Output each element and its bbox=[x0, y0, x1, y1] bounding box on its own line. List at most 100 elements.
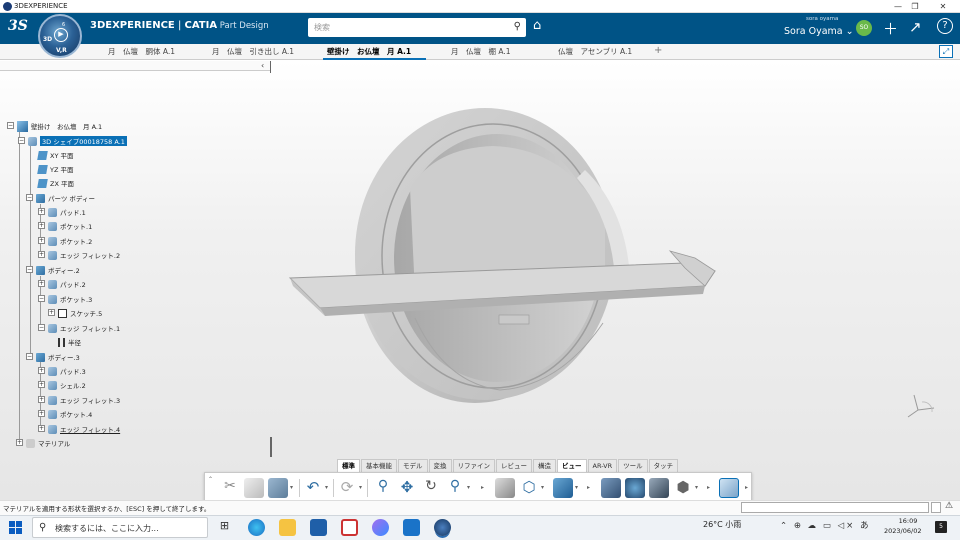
compass-play-icon[interactable]: ▶ bbox=[54, 28, 68, 42]
tree-pad-1[interactable]: + パッド.1 bbox=[38, 206, 86, 218]
toolbar-expand-icon[interactable]: ⌃ bbox=[208, 476, 213, 483]
panel-splitter-bottom[interactable] bbox=[270, 437, 272, 457]
tab-view[interactable]: ビュー bbox=[557, 459, 587, 472]
tab-transform[interactable]: 変換 bbox=[428, 459, 452, 472]
paste-dropdown-icon[interactable]: ▾ bbox=[290, 484, 293, 491]
tab-model[interactable]: モデル bbox=[398, 459, 428, 472]
database-icon[interactable] bbox=[601, 478, 621, 498]
tab-shelf[interactable]: 月 仏壇 棚 A.1 bbox=[451, 44, 511, 60]
tree-pocket-3[interactable]: − ポケット.3 bbox=[38, 293, 92, 305]
command-input[interactable] bbox=[741, 502, 929, 513]
zoom-area-icon[interactable]: ⚲ bbox=[445, 478, 465, 498]
tree-edge-fillet-1[interactable]: − エッジ フィレット.1 bbox=[38, 322, 120, 334]
zoom-dropdown-icon[interactable]: ▾ bbox=[467, 484, 470, 491]
file-explorer-icon[interactable] bbox=[279, 519, 296, 536]
notification-icon[interactable]: 5 bbox=[935, 521, 947, 533]
tree-edge-fillet-3[interactable]: + エッジ フィレット.3 bbox=[38, 394, 120, 406]
tree-body-2[interactable]: − ボディー.2 bbox=[26, 264, 80, 276]
tree-pad-2[interactable]: + パッド.2 bbox=[38, 278, 86, 290]
tab-wall-altar[interactable]: 壁掛け お仏壇 月 A.1 bbox=[323, 44, 426, 60]
tree-sketch-5[interactable]: + スケッチ.5 bbox=[48, 307, 102, 319]
tab-body[interactable]: 月 仏壇 胴体 A.1 bbox=[108, 44, 175, 60]
undo-icon[interactable]: ↶ bbox=[303, 478, 323, 498]
settings-3d-icon[interactable] bbox=[625, 478, 645, 498]
tab-refine[interactable]: リファイン bbox=[452, 459, 495, 472]
tree-root[interactable]: − 壁掛け お仏壇 月 A.1 bbox=[7, 120, 102, 132]
taskbar-search-input[interactable]: ⚲ 検索するには、ここに入力... bbox=[32, 517, 208, 538]
3dexperience-task-icon[interactable] bbox=[434, 519, 451, 536]
toolbar-next-icon-3[interactable]: ▸ bbox=[707, 484, 710, 491]
tree-pocket-1[interactable]: + ポケット.1 bbox=[38, 220, 92, 232]
toolbar-more-icon[interactable]: ▸ bbox=[745, 484, 748, 491]
search-input[interactable]: 検索 ⚲ bbox=[308, 18, 526, 37]
render-dropdown-icon[interactable]: ▾ bbox=[575, 484, 578, 491]
paste-icon[interactable] bbox=[268, 478, 288, 498]
update-icon[interactable]: ⟳ bbox=[337, 478, 357, 498]
axis-triad-icon[interactable] bbox=[900, 390, 940, 420]
user-name-menu[interactable]: Sora Oyama ⌄ bbox=[784, 26, 854, 37]
add-tab-button[interactable]: + bbox=[654, 44, 662, 58]
help-icon[interactable]: ? bbox=[937, 18, 953, 34]
tree-edge-fillet-4[interactable]: + エッジ フィレット.4 bbox=[38, 423, 120, 435]
tree-3d-shape[interactable]: −3D シェイプ00018758 A.1 bbox=[18, 135, 127, 147]
system-tray-icons[interactable]: ⌃ ⊕ ☁ ▭ ◁× あ bbox=[780, 519, 870, 531]
collapse-tree-button[interactable]: ‹ bbox=[261, 61, 264, 70]
tree-pocket-4[interactable]: + ポケット.4 bbox=[38, 408, 92, 420]
tree-radius[interactable]: 半径 bbox=[58, 336, 81, 348]
panel-splitter[interactable] bbox=[270, 61, 271, 73]
app-y-icon[interactable] bbox=[341, 519, 358, 536]
tree-yz-plane[interactable]: YZ 平面 bbox=[37, 163, 74, 175]
undo-dropdown-icon[interactable]: ▾ bbox=[325, 484, 328, 491]
toolbar-next-icon-2[interactable]: ▸ bbox=[587, 484, 590, 491]
view-dropdown-icon[interactable]: ▾ bbox=[541, 484, 544, 491]
tab-assembly[interactable]: 仏壇 アセンブリ A.1 bbox=[558, 44, 632, 60]
capture-icon[interactable] bbox=[495, 478, 515, 498]
tree-zx-plane[interactable]: ZX 平面 bbox=[37, 177, 74, 189]
close-button[interactable]: ✕ bbox=[933, 0, 953, 13]
restore-button[interactable]: ❐ bbox=[905, 0, 925, 13]
tab-structure[interactable]: 構造 bbox=[533, 459, 556, 472]
hex-shape-icon[interactable]: ⬢ bbox=[673, 478, 693, 498]
rotate-icon[interactable]: ↻ bbox=[421, 478, 441, 498]
pan-icon[interactable]: ✥ bbox=[397, 478, 417, 498]
edge-icon[interactable] bbox=[248, 519, 265, 536]
tab-ar-vr[interactable]: AR-VR bbox=[587, 459, 618, 472]
compass-widget[interactable]: 6 3D ▶ V,R bbox=[38, 14, 82, 58]
expand-icon[interactable]: ⤢ bbox=[939, 45, 953, 58]
weather-widget[interactable]: 26°C 小雨 bbox=[703, 519, 741, 530]
tree-edge-fillet-2[interactable]: + エッジ フィレット.2 bbox=[38, 249, 120, 261]
tab-essentials[interactable]: 基本機能 bbox=[361, 459, 397, 472]
search-icon[interactable]: ⚲ bbox=[514, 21, 521, 32]
command-tag-icon[interactable] bbox=[931, 502, 941, 513]
copilot-icon[interactable] bbox=[372, 519, 389, 536]
tree-body-3[interactable]: − ボディー.3 bbox=[26, 351, 80, 363]
cut-icon[interactable]: ✂ bbox=[220, 478, 240, 498]
tab-touch[interactable]: タッチ bbox=[648, 459, 679, 472]
tag-icon[interactable]: ⌂ bbox=[533, 18, 541, 33]
tab-review[interactable]: レビュー bbox=[496, 459, 532, 472]
tab-tools[interactable]: ツール bbox=[618, 459, 648, 472]
tree-pocket-2[interactable]: + ポケット.2 bbox=[38, 235, 92, 247]
tree-part-body[interactable]: − パーツ ボディー bbox=[26, 192, 95, 204]
share-icon[interactable]: ↗ bbox=[909, 18, 922, 36]
clock-time[interactable]: 16:09 bbox=[895, 517, 921, 526]
task-view-icon[interactable]: ⊞ bbox=[216, 519, 233, 536]
3d-model[interactable] bbox=[285, 108, 720, 408]
avatar[interactable]: SO bbox=[856, 20, 872, 36]
tree-material[interactable]: + マテリアル bbox=[16, 437, 70, 449]
shape-dropdown-icon[interactable]: ▾ bbox=[695, 484, 698, 491]
copy-icon[interactable] bbox=[244, 478, 264, 498]
plus-icon[interactable]: ＋ bbox=[883, 18, 898, 39]
clock-date[interactable]: 2023/06/02 bbox=[884, 527, 921, 535]
tree-shell-2[interactable]: + シェル.2 bbox=[38, 379, 86, 391]
warning-icon[interactable]: ⚠ bbox=[945, 501, 953, 511]
windows-start-icon[interactable] bbox=[9, 521, 22, 534]
update-dropdown-icon[interactable]: ▾ bbox=[359, 484, 362, 491]
mail-icon[interactable] bbox=[403, 519, 420, 536]
tree-pad-3[interactable]: + パッド.3 bbox=[38, 365, 86, 377]
view-orientation-icon[interactable]: ⬡ bbox=[519, 478, 539, 498]
zoom-icon[interactable]: ⚲ bbox=[373, 478, 393, 498]
apply-material-icon[interactable] bbox=[719, 478, 739, 498]
tab-drawer[interactable]: 月 仏壇 引き出し A.1 bbox=[212, 44, 294, 60]
tab-standard[interactable]: 標準 bbox=[337, 459, 360, 472]
